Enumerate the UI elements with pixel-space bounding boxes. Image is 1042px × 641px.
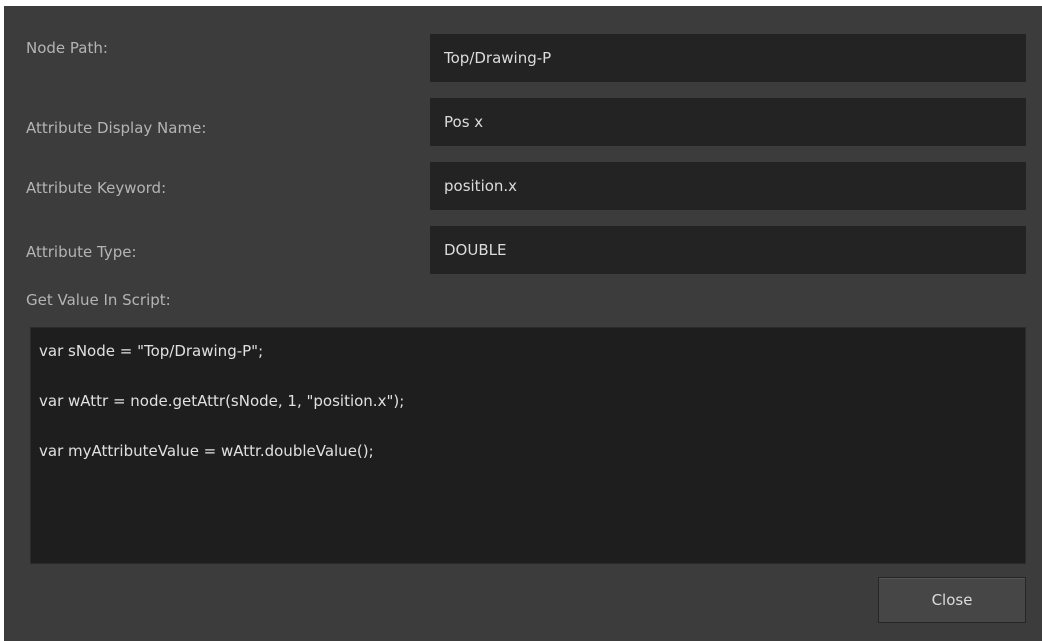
attribute-type-label: Attribute Type: — [26, 243, 137, 261]
get-value-in-script-label: Get Value In Script: — [26, 291, 171, 309]
script-line-getattr: var wAttr = node.getAttr(sNode, 1, "posi… — [39, 392, 405, 410]
attribute-display-name-label: Attribute Display Name: — [26, 119, 207, 137]
attribute-info-dialog: Node Path: Top/Drawing-P Attribute Displ… — [4, 6, 1042, 641]
attribute-keyword-field[interactable]: position.x — [430, 162, 1026, 210]
attribute-keyword-label: Attribute Keyword: — [26, 179, 167, 197]
script-text-area[interactable]: var sNode = "Top/Drawing-P"; var wAttr =… — [30, 327, 1026, 564]
attribute-type-field[interactable]: DOUBLE — [430, 226, 1026, 274]
close-button[interactable]: Close — [878, 577, 1026, 623]
node-path-label: Node Path: — [26, 39, 108, 57]
attribute-display-name-field[interactable]: Pos x — [430, 98, 1026, 146]
node-path-field[interactable]: Top/Drawing-P — [430, 34, 1026, 82]
script-line-node: var sNode = "Top/Drawing-P"; — [39, 342, 264, 360]
script-line-value: var myAttributeValue = wAttr.doubleValue… — [39, 442, 374, 460]
